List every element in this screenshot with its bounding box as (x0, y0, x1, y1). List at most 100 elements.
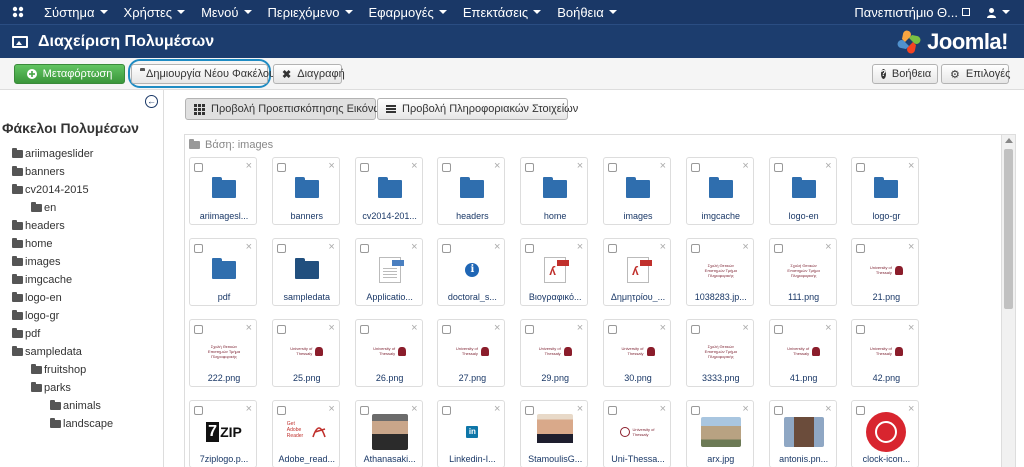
user-menu[interactable] (978, 0, 1024, 24)
thumbnail-name[interactable]: Athanasaki... (356, 454, 424, 464)
select-checkbox[interactable] (856, 163, 866, 172)
folder-tree-item[interactable]: headers (12, 220, 65, 232)
thumbnail-name[interactable]: 26.png (356, 373, 424, 383)
delete-item-icon[interactable]: × (246, 403, 252, 415)
select-checkbox[interactable] (442, 163, 452, 172)
thumbnail-name[interactable]: ariimagesl... (190, 211, 258, 221)
scroll-up-icon[interactable] (1005, 138, 1013, 143)
thumbnail-name[interactable]: 30.png (604, 373, 672, 383)
view-thumbnails-button[interactable]: Προβολή Προεπισκόπησης Εικόνων (185, 98, 387, 120)
file-thumbnail[interactable]: × Applicatio... (354, 238, 424, 306)
delete-item-icon[interactable]: × (825, 241, 831, 253)
folder-thumbnail[interactable]: × images (603, 157, 671, 225)
select-checkbox[interactable] (359, 325, 369, 334)
delete-item-icon[interactable]: × (742, 322, 748, 334)
delete-item-icon[interactable]: × (494, 241, 500, 253)
file-thumbnail[interactable]: × antonis.pn... (768, 400, 837, 467)
select-checkbox[interactable] (276, 163, 286, 172)
upload-button[interactable]: Μεταφόρτωση (14, 64, 125, 84)
file-thumbnail[interactable]: × University of Thessaly 29.png (520, 319, 589, 387)
thumbnail-name[interactable]: cv2014-201... (356, 211, 424, 221)
delete-item-icon[interactable]: × (411, 322, 417, 334)
thumbnail-name[interactable]: StamoulisG... (521, 454, 589, 464)
thumbnail-name[interactable]: clock-icon... (852, 454, 920, 464)
thumbnail-name[interactable]: 7ziplogo.p... (190, 454, 258, 464)
delete-item-icon[interactable]: × (742, 403, 748, 415)
select-checkbox[interactable] (194, 244, 203, 253)
file-thumbnail[interactable]: × ʎ Δημητρίου_... (603, 238, 671, 306)
select-checkbox[interactable] (359, 244, 369, 253)
thumbnail-name[interactable]: Uni-Thessa... (604, 454, 672, 464)
select-checkbox[interactable] (690, 244, 700, 253)
thumbnail-name[interactable]: imgcache (687, 211, 755, 221)
delete-button[interactable]: ✖ Διαγραφή (273, 64, 345, 84)
nav-menu-item[interactable]: Μενού (193, 0, 259, 24)
select-checkbox[interactable] (773, 244, 783, 253)
delete-item-icon[interactable]: × (246, 160, 252, 172)
delete-item-icon[interactable]: × (660, 160, 666, 172)
folder-tree-item[interactable]: home (12, 238, 53, 250)
file-thumbnail[interactable]: × arx.jpg (685, 400, 755, 467)
file-thumbnail[interactable]: × University of Thessaly 41.png (768, 319, 837, 387)
delete-item-icon[interactable]: × (742, 241, 748, 253)
file-thumbnail[interactable]: × i doctoral_s... (437, 238, 506, 306)
folder-tree-item[interactable]: banners (12, 166, 65, 178)
thumbnail-name[interactable]: arx.jpg (687, 454, 755, 464)
folder-thumbnail[interactable]: × home (520, 157, 589, 225)
delete-item-icon[interactable]: × (742, 160, 748, 172)
folder-tree-item[interactable]: cv2014-2015 (12, 184, 89, 196)
file-thumbnail[interactable]: × Σχολή Θετικών Επιστημών Τμήμα Πληροφορι… (685, 319, 754, 387)
file-thumbnail[interactable]: × Get Adobe Reader Adobe_read... (271, 400, 341, 467)
delete-item-icon[interactable]: × (328, 241, 334, 253)
select-checkbox[interactable] (525, 244, 535, 253)
select-checkbox[interactable] (525, 325, 535, 334)
thumbnail-name[interactable]: home (521, 211, 589, 221)
delete-item-icon[interactable]: × (411, 160, 417, 172)
joomla-icon[interactable] (0, 0, 36, 24)
file-thumbnail[interactable]: × University of Thessaly 25.png (271, 319, 341, 387)
delete-item-icon[interactable]: × (908, 160, 914, 172)
thumbnail-name[interactable]: 25.png (273, 373, 341, 383)
file-thumbnail[interactable]: × Σχολή Θετικών Επιστημών Τμήμα Πληροφορι… (685, 238, 755, 306)
thumbnail-name[interactable]: images (604, 211, 672, 221)
thumbnail-name[interactable]: Adobe_read... (273, 454, 341, 464)
file-thumbnail[interactable]: × University of Thessaly 42.png (851, 319, 920, 387)
delete-item-icon[interactable]: × (328, 160, 334, 172)
thumbnail-name[interactable]: logo-gr (852, 211, 920, 221)
thumbnail-name[interactable]: 27.png (438, 373, 506, 383)
select-checkbox[interactable] (773, 406, 783, 415)
select-checkbox[interactable] (690, 406, 700, 415)
thumbnail-name[interactable]: 21.png (852, 292, 920, 302)
delete-item-icon[interactable]: × (825, 403, 831, 415)
collapse-sidebar-icon[interactable]: ← (145, 95, 158, 108)
folder-thumbnail[interactable]: × cv2014-201... (354, 157, 424, 225)
nav-menu-item[interactable]: Εφαρμογές (361, 0, 455, 24)
folder-tree-item[interactable]: pdf (12, 328, 40, 340)
delete-item-icon[interactable]: × (411, 241, 417, 253)
select-checkbox[interactable] (276, 406, 286, 415)
new-folder-button[interactable]: Δημιουργία Νέου Φακέλου (131, 64, 275, 84)
file-thumbnail[interactable]: × University of Thessaly 21.png (851, 238, 920, 306)
file-thumbnail[interactable]: × Athanasaki... (354, 400, 424, 467)
thumbnail-name[interactable]: logo-en (770, 211, 838, 221)
folder-thumbnail[interactable]: × ariimagesl... (189, 157, 257, 225)
site-link[interactable]: Πανεπιστήμιο Θ... (846, 0, 978, 24)
delete-item-icon[interactable]: × (328, 322, 334, 334)
select-checkbox[interactable] (690, 163, 700, 172)
thumbnail-name[interactable]: Applicatio... (356, 292, 424, 302)
delete-item-icon[interactable]: × (660, 322, 666, 334)
file-thumbnail[interactable]: × in Linkedin-I... (437, 400, 506, 467)
delete-item-icon[interactable]: × (825, 322, 831, 334)
thumbnail-name[interactable]: Δημητρίου_... (604, 292, 672, 302)
delete-item-icon[interactable]: × (328, 403, 334, 415)
folder-thumbnail[interactable]: × logo-en (768, 157, 838, 225)
folder-thumbnail[interactable]: × logo-gr (851, 157, 920, 225)
folder-tree-item[interactable]: animals (50, 400, 101, 412)
select-checkbox[interactable] (525, 163, 535, 172)
thumbnail-name[interactable]: 29.png (521, 373, 589, 383)
folder-thumbnail[interactable]: × banners (271, 157, 340, 225)
folder-thumbnail[interactable]: × pdf (189, 238, 257, 306)
thumbnail-name[interactable]: 1038283.jp... (687, 292, 755, 302)
folder-tree-item[interactable]: logo-en (12, 292, 62, 304)
select-checkbox[interactable] (608, 244, 617, 253)
